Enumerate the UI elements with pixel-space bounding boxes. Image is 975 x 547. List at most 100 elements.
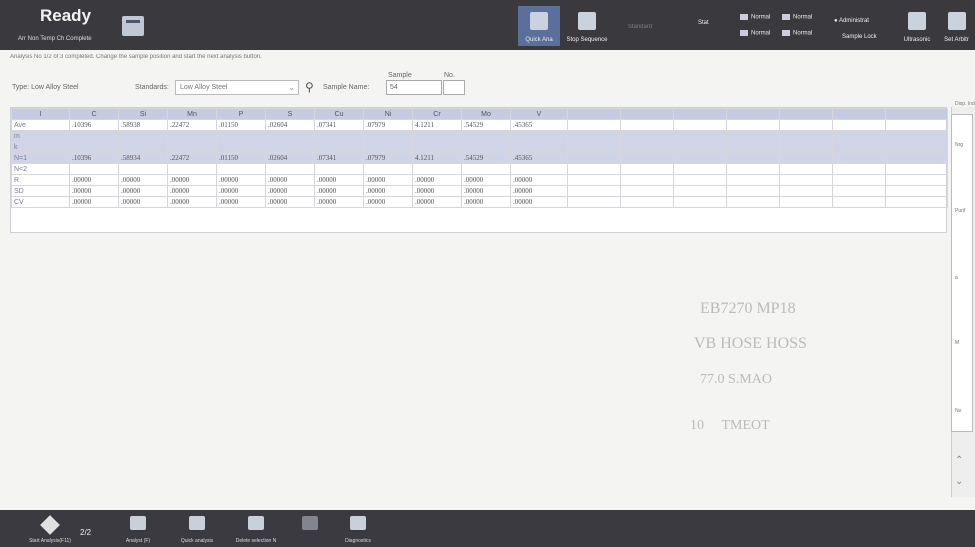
column-header[interactable]: [832, 108, 886, 120]
table-cell: [673, 174, 727, 186]
table-row[interactable]: Ave .10396.58938.22472.01150.02604.07341.…: [11, 119, 948, 131]
table-cell: .00000: [314, 174, 364, 186]
settings-icon: [947, 12, 966, 30]
stop-sequence-label: Stop Sequence: [566, 37, 608, 43]
quick-analysis-task-label: Quick analysis: [180, 538, 214, 544]
column-header[interactable]: [673, 108, 727, 120]
stop-sequence-button[interactable]: Stop Sequence: [563, 6, 611, 46]
table-cell: 4.1211: [412, 119, 462, 131]
table-cell: [885, 185, 948, 197]
table-row[interactable]: k: [11, 141, 948, 153]
table-row[interactable]: m: [11, 130, 948, 142]
column-header[interactable]: I: [11, 108, 70, 120]
scroll-down-icon[interactable]: ⌄: [955, 476, 963, 487]
column-header[interactable]: Cu: [314, 108, 364, 120]
type-field: Type: Low Alloy Steel: [12, 84, 79, 91]
table-row[interactable]: R .00000.00000.00000.00000.00000.00000.00…: [11, 174, 948, 186]
column-header[interactable]: Si: [118, 108, 168, 120]
table-cell: [216, 163, 266, 175]
standard-label: Standard: [627, 24, 653, 30]
table-cell: .00000: [461, 196, 511, 208]
table-row[interactable]: CV .00000.00000.00000.00000.00000.00000.0…: [11, 196, 948, 208]
column-header[interactable]: Mo: [461, 108, 511, 120]
scale-label: No: [955, 408, 962, 414]
column-header[interactable]: Mn: [167, 108, 217, 120]
column-header[interactable]: Ni: [363, 108, 413, 120]
sample-number-input[interactable]: [443, 80, 465, 95]
column-header[interactable]: [779, 108, 833, 120]
quick-analysis-icon: [189, 516, 205, 530]
diagnostics-button[interactable]: Diagnostics: [338, 514, 378, 544]
standards-select[interactable]: Low Alloy Steel ⌄: [175, 80, 299, 95]
row-label: N<2: [11, 163, 70, 175]
quick-analysis-button[interactable]: Quick Ana: [518, 6, 560, 46]
table-cell: [167, 141, 217, 153]
manual-label: Ultrasonic: [903, 37, 931, 43]
background-artifact: EB7270 MP18: [700, 300, 796, 317]
indicator-icon: [782, 30, 790, 36]
table-cell: .00000: [167, 174, 217, 186]
row-label: R: [11, 174, 70, 186]
table-cell: [832, 152, 886, 164]
disabled-task-button[interactable]: [296, 514, 324, 544]
diagnostics-label: Diagnostics: [345, 538, 371, 544]
start-analysis-button[interactable]: Start Analysis(F11): [20, 514, 80, 544]
quick-analysis-task-button[interactable]: Quick analysis: [172, 514, 222, 544]
column-header[interactable]: Cr: [412, 108, 462, 120]
table-cell: [461, 141, 511, 153]
scroll-up-icon[interactable]: ⌃: [955, 455, 963, 466]
table-cell: [885, 152, 948, 164]
column-header[interactable]: P: [216, 108, 266, 120]
background-artifact: 77.0 S.MAO: [700, 372, 772, 387]
column-header[interactable]: C: [69, 108, 119, 120]
table-cell: [265, 163, 315, 175]
background-artifact: 10 TMEOT: [690, 418, 770, 433]
table-cell: [510, 130, 568, 142]
indicator-icon: [740, 14, 748, 20]
table-cell: .00000: [118, 196, 168, 208]
display-label: Disp. Ind: [955, 101, 975, 107]
table-cell: [726, 141, 780, 153]
table-cell: [620, 130, 674, 142]
document-icon: [302, 516, 318, 530]
column-header[interactable]: [567, 108, 621, 120]
manual-button[interactable]: Ultrasonic: [900, 6, 934, 46]
normal-status-2: Normal: [782, 14, 812, 21]
column-header[interactable]: S: [265, 108, 315, 120]
settings-button[interactable]: Set Arbitr: [938, 6, 975, 46]
table-cell: [620, 174, 674, 186]
standard-button[interactable]: Standard: [618, 6, 662, 46]
monitor-icon[interactable]: [122, 16, 144, 36]
results-table: I C Si Mn P S Cu Ni Cr Mo V Ave .10396.58…: [10, 107, 948, 233]
table-cell: .58934: [118, 152, 168, 164]
table-cell: [779, 119, 833, 131]
column-header[interactable]: [885, 108, 948, 120]
intensity-scale[interactable]: [951, 114, 973, 432]
table-row[interactable]: SD .00000.00000.00000.00000.00000.00000.0…: [11, 185, 948, 197]
table-cell: .07979: [363, 119, 413, 131]
table-row[interactable]: N=1.10396.58934.22472.01150.02604.07341.…: [11, 152, 948, 164]
sample-name-label: Sample Name:: [323, 84, 370, 91]
start-analysis-label: Start Analysis(F11): [29, 538, 71, 544]
table-cell: .07979: [363, 152, 413, 164]
table-row[interactable]: N<2: [11, 163, 948, 175]
sample-name-input[interactable]: 54: [386, 80, 442, 95]
table-cell: .54529: [461, 152, 511, 164]
table-cell: [885, 130, 948, 142]
column-header[interactable]: [726, 108, 780, 120]
scale-label: M: [955, 340, 960, 346]
delete-selection-button[interactable]: Delete selection N: [228, 514, 284, 544]
user-account[interactable]: ● Administrat: [834, 18, 869, 24]
analyst-button[interactable]: Analyst (F): [118, 514, 158, 544]
no-column-header: No.: [444, 72, 455, 79]
standards-label: Standards:: [135, 84, 169, 91]
column-header[interactable]: V: [510, 108, 568, 120]
search-icon[interactable]: ⚲: [305, 80, 314, 94]
table-cell: .54529: [461, 119, 511, 131]
table-cell: [118, 130, 168, 142]
stat-label[interactable]: Stat: [698, 20, 709, 26]
column-header[interactable]: [620, 108, 674, 120]
table-cell: .00000: [265, 185, 315, 197]
table-cell: [779, 185, 833, 197]
table-cell: [779, 141, 833, 153]
